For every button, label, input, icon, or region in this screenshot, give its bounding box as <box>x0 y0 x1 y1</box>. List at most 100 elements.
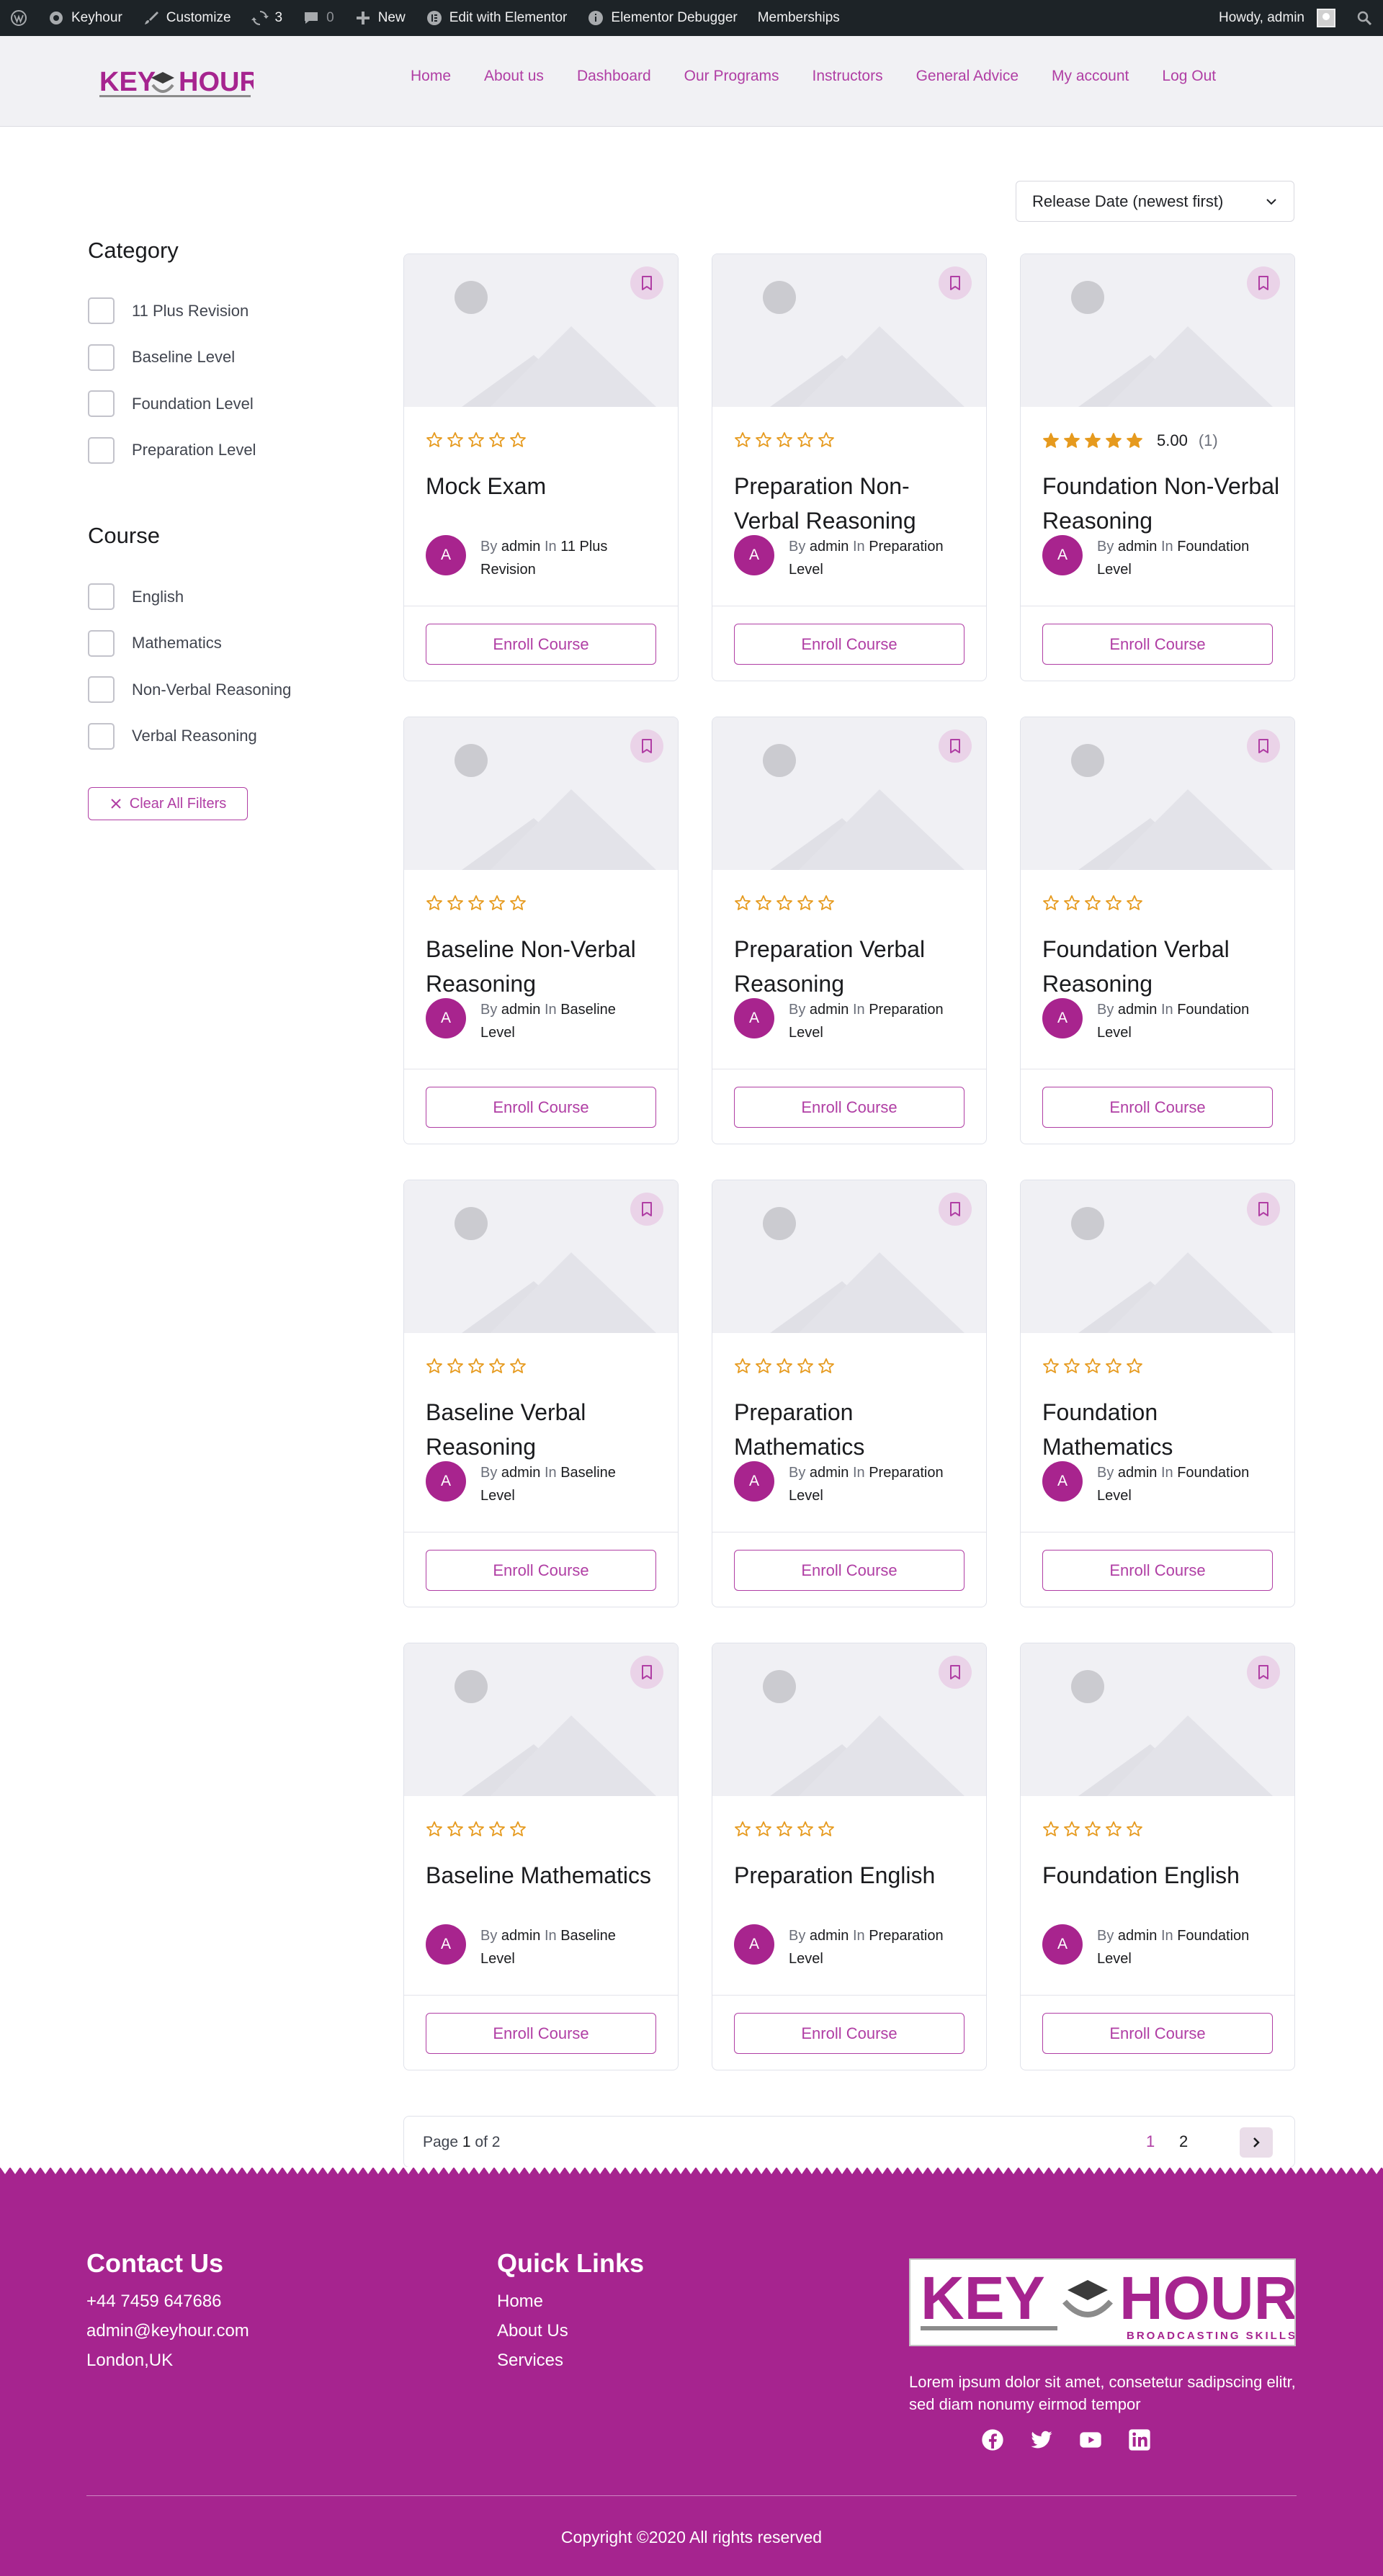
nav-link-log-out[interactable]: Log Out <box>1162 68 1216 85</box>
checkbox[interactable] <box>88 344 115 371</box>
twitter-icon[interactable] <box>1030 2428 1053 2451</box>
filter-course-verbal-reasoning[interactable]: Verbal Reasoning <box>88 722 257 750</box>
course-thumbnail[interactable] <box>1021 1643 1294 1796</box>
course-title[interactable]: Mock Exam <box>426 469 663 503</box>
bookmark-button[interactable] <box>939 1193 972 1226</box>
nav-link-my-account[interactable]: My account <box>1052 68 1129 85</box>
course-thumbnail[interactable] <box>404 717 678 870</box>
bookmark-button[interactable] <box>1247 1656 1280 1689</box>
nav-link-our-programs[interactable]: Our Programs <box>684 68 779 85</box>
author-avatar[interactable]: A <box>426 1461 466 1502</box>
bookmark-button[interactable] <box>630 266 663 300</box>
customize-button[interactable]: Customize <box>133 0 241 36</box>
checkbox[interactable] <box>88 436 115 464</box>
page-link-1[interactable]: 1 <box>1146 2132 1155 2151</box>
author-link[interactable]: admin <box>501 1465 540 1481</box>
author-link[interactable]: admin <box>501 1928 540 1944</box>
enroll-course-button[interactable]: Enroll Course <box>734 1087 964 1128</box>
facebook-icon[interactable] <box>981 2428 1004 2451</box>
author-avatar[interactable]: A <box>426 998 466 1038</box>
checkbox[interactable] <box>88 583 115 610</box>
course-thumbnail[interactable] <box>712 254 986 407</box>
enroll-course-button[interactable]: Enroll Course <box>1042 1087 1273 1128</box>
course-title[interactable]: Foundation Mathematics <box>1042 1395 1280 1464</box>
enroll-course-button[interactable]: Enroll Course <box>734 1550 964 1591</box>
contact-email[interactable]: admin@keyhour.com <box>86 2321 249 2341</box>
filter-course-non-verbal-reasoning[interactable]: Non-Verbal Reasoning <box>88 676 291 703</box>
checkbox[interactable] <box>88 722 115 750</box>
elementor-debugger-button[interactable]: Elementor Debugger <box>577 0 747 36</box>
course-title[interactable]: Foundation Verbal Reasoning <box>1042 932 1280 1001</box>
author-avatar[interactable]: A <box>734 535 774 575</box>
author-avatar[interactable]: A <box>734 1924 774 1965</box>
checkbox[interactable] <box>88 629 115 657</box>
filter-course-mathematics[interactable]: Mathematics <box>88 629 222 657</box>
author-link[interactable]: admin <box>810 1928 849 1944</box>
course-title[interactable]: Baseline Non-Verbal Reasoning <box>426 932 663 1001</box>
account-menu[interactable]: Howdy, admin <box>1209 0 1346 36</box>
filter-category-baseline-level[interactable]: Baseline Level <box>88 344 235 371</box>
enroll-course-button[interactable]: Enroll Course <box>1042 624 1273 665</box>
youtube-icon[interactable] <box>1079 2428 1102 2451</box>
checkbox[interactable] <box>88 297 115 324</box>
bookmark-button[interactable] <box>630 1656 663 1689</box>
course-title[interactable]: Baseline Verbal Reasoning <box>426 1395 663 1464</box>
site-logo[interactable]: KEY HOUR <box>99 56 259 108</box>
enroll-course-button[interactable]: Enroll Course <box>426 1087 656 1128</box>
bookmark-button[interactable] <box>630 730 663 763</box>
course-title[interactable]: Preparation Mathematics <box>734 1395 972 1464</box>
bookmark-button[interactable] <box>939 266 972 300</box>
author-avatar[interactable]: A <box>734 998 774 1038</box>
site-name-menu[interactable]: Keyhour <box>37 0 133 36</box>
author-avatar[interactable]: A <box>426 1924 466 1965</box>
nav-link-instructors[interactable]: Instructors <box>813 68 883 85</box>
nav-link-about-us[interactable]: About us <box>484 68 544 85</box>
course-thumbnail[interactable] <box>1021 254 1294 407</box>
bookmark-button[interactable] <box>939 1656 972 1689</box>
enroll-course-button[interactable]: Enroll Course <box>734 624 964 665</box>
checkbox[interactable] <box>88 676 115 703</box>
author-avatar[interactable]: A <box>1042 1924 1083 1965</box>
author-link[interactable]: admin <box>1118 1928 1157 1944</box>
nav-link-general-advice[interactable]: General Advice <box>916 68 1019 85</box>
enroll-course-button[interactable]: Enroll Course <box>426 1550 656 1591</box>
page-link-2[interactable]: 2 <box>1179 2132 1188 2151</box>
course-title[interactable]: Baseline Mathematics <box>426 1858 663 1893</box>
checkbox[interactable] <box>88 390 115 417</box>
bookmark-button[interactable] <box>630 1193 663 1226</box>
author-link[interactable]: admin <box>1118 1002 1157 1018</box>
enroll-course-button[interactable]: Enroll Course <box>734 2013 964 2054</box>
course-thumbnail[interactable] <box>1021 717 1294 870</box>
enroll-course-button[interactable]: Enroll Course <box>1042 1550 1273 1591</box>
course-thumbnail[interactable] <box>1021 1180 1294 1333</box>
footer-link-home[interactable]: Home <box>497 2292 543 2312</box>
memberships-button[interactable]: Memberships <box>748 0 850 36</box>
wordpress-logo-button[interactable] <box>0 0 37 36</box>
contact-phone[interactable]: +44 7459 647686 <box>86 2292 222 2312</box>
footer-link-services[interactable]: Services <box>497 2351 563 2371</box>
course-title[interactable]: Preparation Non-Verbal Reasoning <box>734 469 972 538</box>
nav-link-home[interactable]: Home <box>411 68 451 85</box>
filter-category-preparation-level[interactable]: Preparation Level <box>88 436 256 464</box>
filter-category-11-plus-revision[interactable]: 11 Plus Revision <box>88 297 249 324</box>
author-link[interactable]: admin <box>1118 539 1157 555</box>
filter-category-foundation-level[interactable]: Foundation Level <box>88 390 254 417</box>
linkedin-icon[interactable] <box>1128 2428 1151 2451</box>
author-link[interactable]: admin <box>501 1002 540 1018</box>
enroll-course-button[interactable]: Enroll Course <box>1042 2013 1273 2054</box>
new-content-button[interactable]: New <box>344 0 416 36</box>
bookmark-button[interactable] <box>939 730 972 763</box>
next-page-button[interactable] <box>1240 2127 1273 2158</box>
author-avatar[interactable]: A <box>734 1461 774 1502</box>
admin-search-button[interactable] <box>1346 0 1383 36</box>
filter-course-english[interactable]: English <box>88 583 184 610</box>
footer-link-about[interactable]: About Us <box>497 2321 568 2341</box>
sort-select[interactable]: Release Date (newest first) <box>1016 181 1294 222</box>
author-link[interactable]: admin <box>810 1002 849 1018</box>
course-thumbnail[interactable] <box>712 717 986 870</box>
author-link[interactable]: admin <box>810 539 849 555</box>
course-thumbnail[interactable] <box>404 1180 678 1333</box>
course-thumbnail[interactable] <box>404 254 678 407</box>
course-title[interactable]: Foundation English <box>1042 1858 1280 1893</box>
enroll-course-button[interactable]: Enroll Course <box>426 2013 656 2054</box>
